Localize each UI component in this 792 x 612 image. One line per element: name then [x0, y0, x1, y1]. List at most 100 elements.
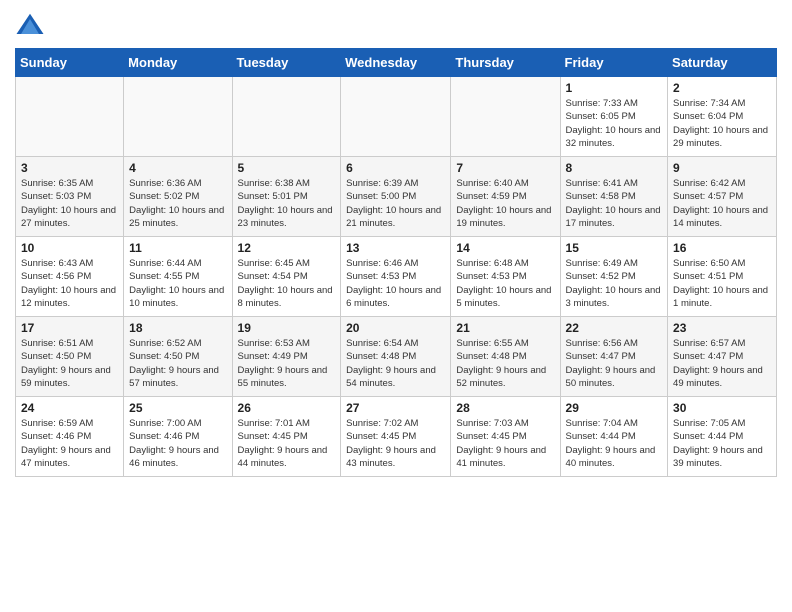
- day-info: Sunrise: 6:56 AM Sunset: 4:47 PM Dayligh…: [566, 337, 663, 390]
- day-info: Sunrise: 6:53 AM Sunset: 4:49 PM Dayligh…: [238, 337, 336, 390]
- weekday-header-tuesday: Tuesday: [232, 49, 341, 77]
- day-info: Sunrise: 6:38 AM Sunset: 5:01 PM Dayligh…: [238, 177, 336, 230]
- day-info: Sunrise: 6:59 AM Sunset: 4:46 PM Dayligh…: [21, 417, 118, 470]
- weekday-header-wednesday: Wednesday: [341, 49, 451, 77]
- day-info: Sunrise: 6:45 AM Sunset: 4:54 PM Dayligh…: [238, 257, 336, 310]
- day-number: 2: [673, 81, 771, 95]
- day-info: Sunrise: 6:48 AM Sunset: 4:53 PM Dayligh…: [456, 257, 554, 310]
- day-number: 16: [673, 241, 771, 255]
- day-info: Sunrise: 7:03 AM Sunset: 4:45 PM Dayligh…: [456, 417, 554, 470]
- page-header: [15, 10, 777, 40]
- day-info: Sunrise: 6:52 AM Sunset: 4:50 PM Dayligh…: [129, 337, 226, 390]
- calendar-cell: 24 Sunrise: 6:59 AM Sunset: 4:46 PM Dayli…: [16, 397, 124, 477]
- calendar-cell: [451, 77, 560, 157]
- calendar-cell: 8Sunrise: 6:41 AM Sunset: 4:58 PM Daylig…: [560, 157, 668, 237]
- day-number: 22: [566, 321, 663, 335]
- calendar-cell: 25 Sunrise: 7:00 AM Sunset: 4:46 PM Dayli…: [124, 397, 232, 477]
- day-info: Sunrise: 7:04 AM Sunset: 4:44 PM Dayligh…: [566, 417, 663, 470]
- day-number: 23: [673, 321, 771, 335]
- day-info: Sunrise: 6:40 AM Sunset: 4:59 PM Dayligh…: [456, 177, 554, 230]
- day-info: Sunrise: 6:42 AM Sunset: 4:57 PM Dayligh…: [673, 177, 771, 230]
- day-number: 19: [238, 321, 336, 335]
- weekday-header-sunday: Sunday: [16, 49, 124, 77]
- day-number: 5: [238, 161, 336, 175]
- day-number: 8: [566, 161, 663, 175]
- day-info: Sunrise: 7:33 AM Sunset: 6:05 PM Dayligh…: [566, 97, 663, 150]
- calendar-cell: 14 Sunrise: 6:48 AM Sunset: 4:53 PM Dayli…: [451, 237, 560, 317]
- calendar-cell: 13Sunrise: 6:46 AM Sunset: 4:53 PM Dayli…: [341, 237, 451, 317]
- day-info: Sunrise: 6:51 AM Sunset: 4:50 PM Dayligh…: [21, 337, 118, 390]
- week-row-5: 24 Sunrise: 6:59 AM Sunset: 4:46 PM Dayli…: [16, 397, 777, 477]
- day-number: 13: [346, 241, 445, 255]
- calendar-cell: [124, 77, 232, 157]
- day-info: Sunrise: 7:02 AM Sunset: 4:45 PM Dayligh…: [346, 417, 445, 470]
- day-number: 12: [238, 241, 336, 255]
- day-number: 7: [456, 161, 554, 175]
- day-number: 1: [566, 81, 663, 95]
- day-info: Sunrise: 6:43 AM Sunset: 4:56 PM Dayligh…: [21, 257, 118, 310]
- calendar-cell: 20 Sunrise: 6:54 AM Sunset: 4:48 PM Dayli…: [341, 317, 451, 397]
- day-number: 24: [21, 401, 118, 415]
- week-row-3: 10Sunrise: 6:43 AM Sunset: 4:56 PM Dayli…: [16, 237, 777, 317]
- week-row-1: 1 Sunrise: 7:33 AM Sunset: 6:05 PM Daylig…: [16, 77, 777, 157]
- day-number: 4: [129, 161, 226, 175]
- calendar-cell: 17 Sunrise: 6:51 AM Sunset: 4:50 PM Dayli…: [16, 317, 124, 397]
- day-info: Sunrise: 6:39 AM Sunset: 5:00 PM Dayligh…: [346, 177, 445, 230]
- calendar-cell: 16Sunrise: 6:50 AM Sunset: 4:51 PM Dayli…: [668, 237, 777, 317]
- week-row-4: 17 Sunrise: 6:51 AM Sunset: 4:50 PM Dayli…: [16, 317, 777, 397]
- weekday-header-row: SundayMondayTuesdayWednesdayThursdayFrid…: [16, 49, 777, 77]
- day-number: 18: [129, 321, 226, 335]
- day-number: 14: [456, 241, 554, 255]
- weekday-header-thursday: Thursday: [451, 49, 560, 77]
- weekday-header-monday: Monday: [124, 49, 232, 77]
- day-number: 15: [566, 241, 663, 255]
- calendar-cell: 12 Sunrise: 6:45 AM Sunset: 4:54 PM Dayli…: [232, 237, 341, 317]
- day-number: 17: [21, 321, 118, 335]
- calendar-table: SundayMondayTuesdayWednesdayThursdayFrid…: [15, 48, 777, 477]
- day-number: 3: [21, 161, 118, 175]
- day-number: 27: [346, 401, 445, 415]
- day-info: Sunrise: 6:54 AM Sunset: 4:48 PM Dayligh…: [346, 337, 445, 390]
- day-info: Sunrise: 6:55 AM Sunset: 4:48 PM Dayligh…: [456, 337, 554, 390]
- calendar-cell: 6 Sunrise: 6:39 AM Sunset: 5:00 PM Daylig…: [341, 157, 451, 237]
- calendar-cell: 11Sunrise: 6:44 AM Sunset: 4:55 PM Dayli…: [124, 237, 232, 317]
- calendar-cell: 29 Sunrise: 7:04 AM Sunset: 4:44 PM Dayli…: [560, 397, 668, 477]
- logo-icon: [15, 10, 45, 40]
- day-number: 30: [673, 401, 771, 415]
- calendar-cell: [16, 77, 124, 157]
- day-number: 21: [456, 321, 554, 335]
- day-number: 20: [346, 321, 445, 335]
- day-info: Sunrise: 6:57 AM Sunset: 4:47 PM Dayligh…: [673, 337, 771, 390]
- calendar-cell: 19 Sunrise: 6:53 AM Sunset: 4:49 PM Dayli…: [232, 317, 341, 397]
- day-info: Sunrise: 6:44 AM Sunset: 4:55 PM Dayligh…: [129, 257, 226, 310]
- calendar-cell: 22 Sunrise: 6:56 AM Sunset: 4:47 PM Dayli…: [560, 317, 668, 397]
- page-container: SundayMondayTuesdayWednesdayThursdayFrid…: [0, 0, 792, 492]
- calendar-cell: 5 Sunrise: 6:38 AM Sunset: 5:01 PM Daylig…: [232, 157, 341, 237]
- day-number: 6: [346, 161, 445, 175]
- weekday-header-friday: Friday: [560, 49, 668, 77]
- week-row-2: 3 Sunrise: 6:35 AM Sunset: 5:03 PM Daylig…: [16, 157, 777, 237]
- calendar-cell: 1 Sunrise: 7:33 AM Sunset: 6:05 PM Daylig…: [560, 77, 668, 157]
- day-number: 25: [129, 401, 226, 415]
- calendar-cell: 9 Sunrise: 6:42 AM Sunset: 4:57 PM Daylig…: [668, 157, 777, 237]
- calendar-cell: 3 Sunrise: 6:35 AM Sunset: 5:03 PM Daylig…: [16, 157, 124, 237]
- calendar-cell: 7 Sunrise: 6:40 AM Sunset: 4:59 PM Daylig…: [451, 157, 560, 237]
- calendar-cell: 2 Sunrise: 7:34 AM Sunset: 6:04 PM Daylig…: [668, 77, 777, 157]
- day-info: Sunrise: 7:00 AM Sunset: 4:46 PM Dayligh…: [129, 417, 226, 470]
- day-number: 26: [238, 401, 336, 415]
- calendar-cell: 18 Sunrise: 6:52 AM Sunset: 4:50 PM Dayli…: [124, 317, 232, 397]
- calendar-cell: 10Sunrise: 6:43 AM Sunset: 4:56 PM Dayli…: [16, 237, 124, 317]
- day-info: Sunrise: 6:35 AM Sunset: 5:03 PM Dayligh…: [21, 177, 118, 230]
- calendar-cell: 21 Sunrise: 6:55 AM Sunset: 4:48 PM Dayli…: [451, 317, 560, 397]
- day-info: Sunrise: 7:34 AM Sunset: 6:04 PM Dayligh…: [673, 97, 771, 150]
- day-number: 29: [566, 401, 663, 415]
- calendar-cell: 15Sunrise: 6:49 AM Sunset: 4:52 PM Dayli…: [560, 237, 668, 317]
- calendar-cell: 4Sunrise: 6:36 AM Sunset: 5:02 PM Daylig…: [124, 157, 232, 237]
- calendar-cell: 27 Sunrise: 7:02 AM Sunset: 4:45 PM Dayli…: [341, 397, 451, 477]
- day-number: 9: [673, 161, 771, 175]
- day-info: Sunrise: 7:05 AM Sunset: 4:44 PM Dayligh…: [673, 417, 771, 470]
- day-number: 28: [456, 401, 554, 415]
- calendar-cell: [232, 77, 341, 157]
- logo: [15, 10, 49, 40]
- calendar-cell: 30 Sunrise: 7:05 AM Sunset: 4:44 PM Dayli…: [668, 397, 777, 477]
